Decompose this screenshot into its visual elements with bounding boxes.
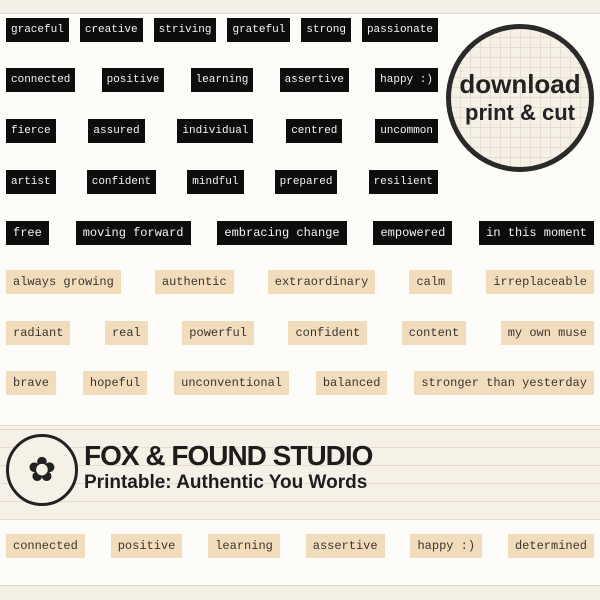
download-badge: download print & cut (446, 24, 594, 172)
word-label-tan: assertive (305, 534, 385, 558)
word-label-tan: stronger than yesterday (414, 371, 594, 395)
word-label-tan: unconventional (174, 371, 289, 395)
word-label-tan: radiant (6, 321, 71, 345)
word-label-tan: determined (507, 534, 594, 558)
word-label-tan: real (104, 321, 148, 345)
paper-strip-bottom (0, 585, 600, 600)
word-label-black: uncommon (375, 119, 438, 143)
word-label-tan: connected (6, 534, 85, 558)
label-row: artist confident mindful prepared resilient (6, 170, 438, 194)
word-label-tan: content (401, 321, 467, 345)
word-label-black: connected (6, 68, 76, 92)
paper-strip-top (0, 0, 600, 14)
word-label-tan: powerful (182, 321, 254, 345)
word-label-tan: authentic (154, 270, 234, 294)
banner: FOX & FOUND STUDIO Printable: Authentic … (0, 425, 600, 520)
word-label-black: artist (6, 170, 56, 194)
word-label-black: assertive (279, 68, 349, 92)
word-label-black: striving (153, 18, 217, 42)
word-label-tan: learning (208, 534, 280, 558)
word-label-tan: always growing (6, 270, 121, 294)
label-row: always growing authentic extraordinary calm… (6, 270, 594, 294)
label-row: radiant real powerful confident content my ow… (6, 321, 594, 345)
word-label-black: confident (86, 170, 157, 194)
word-label-black: centred (286, 119, 343, 143)
word-label-black: happy :) (375, 68, 438, 92)
label-row: fierce assured individual centred uncommon (6, 119, 438, 143)
word-label-black: positive (101, 68, 165, 92)
label-row: connected positive learning assertive happy … (6, 534, 594, 558)
word-label-black: moving forward (75, 221, 191, 245)
word-label-black: prepared (274, 170, 338, 194)
word-label-black: mindful (187, 170, 244, 194)
label-row: connected positive learning assertive happy … (6, 68, 438, 92)
word-label-tan: positive (110, 534, 183, 558)
label-row: free moving forward embracing change empowe… (6, 221, 594, 245)
word-label-tan: brave (6, 371, 57, 395)
word-label-black: assured (88, 119, 145, 143)
word-label-black: fierce (6, 119, 56, 143)
word-label-black: strong (301, 18, 351, 42)
word-label-tan: extraordinary (267, 270, 376, 294)
word-label-tan: irreplaceable (486, 270, 594, 294)
word-label-black: in this moment (479, 221, 594, 245)
fox-logo-icon: ✿ (6, 434, 78, 506)
badge-line-2: print & cut (465, 100, 575, 125)
word-label-black: free (6, 221, 49, 245)
word-label-tan: hopeful (82, 371, 148, 395)
word-label-tan: happy :) (410, 534, 483, 558)
word-label-black: individual (177, 119, 254, 143)
word-label-black: resilient (368, 170, 438, 194)
word-label-tan: my own muse (500, 321, 594, 345)
word-label-tan: balanced (315, 371, 388, 395)
word-label-tan: calm (409, 270, 453, 294)
word-label-black: grateful (227, 18, 291, 42)
word-label-black: passionate (361, 18, 438, 42)
badge-line-1: download (459, 69, 581, 99)
label-row: graceful creative striving grateful strong pa… (6, 18, 438, 42)
word-label-black: creative (79, 18, 143, 42)
word-label-black: embracing change (217, 221, 347, 245)
product-subtitle: Printable: Authentic You Words (84, 472, 368, 493)
word-label-black: empowered (373, 221, 453, 245)
label-row: brave hopeful unconventional balanced strong… (6, 371, 594, 395)
brand-name: FOX & FOUND STUDIO (84, 440, 373, 471)
word-label-tan: confident (288, 321, 368, 345)
banner-title: FOX & FOUND STUDIO Printable: Authentic … (84, 440, 592, 494)
word-label-black: graceful (6, 18, 69, 42)
word-label-black: learning (190, 68, 254, 92)
